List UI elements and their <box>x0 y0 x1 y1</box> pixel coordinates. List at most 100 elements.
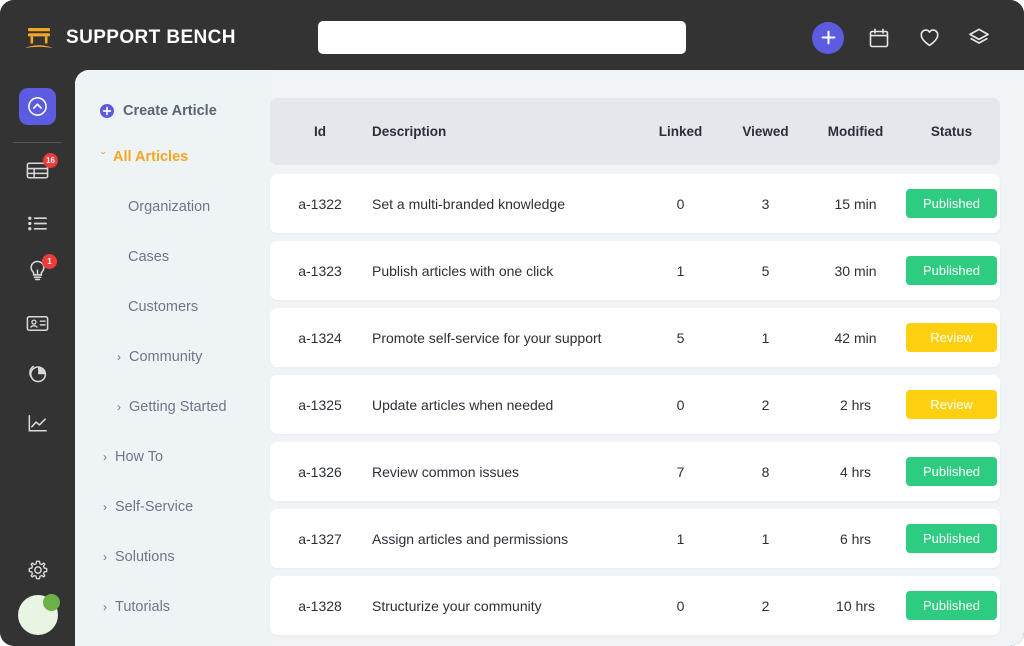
pie-chart-icon <box>29 365 47 382</box>
chevron-right-icon: › <box>103 500 107 514</box>
column-header-status: Status <box>930 124 973 139</box>
nav-item-label: How To <box>115 449 164 465</box>
column-header-id: Id <box>314 124 326 139</box>
cell-id: a-1326 <box>298 463 342 480</box>
cell-status: Published <box>903 457 1000 486</box>
status-badge[interactable]: Published <box>906 591 997 620</box>
cell-id: a-1327 <box>298 530 342 547</box>
rail-item-contacts[interactable] <box>0 306 75 340</box>
cell-description: Review common issues <box>372 463 520 480</box>
cell-viewed: 2 <box>761 396 770 413</box>
articles-table: Id Description Linked Viewed Modified St… <box>270 70 1024 646</box>
nav-item-all-articles[interactable]: ˇ All Articles <box>101 149 296 165</box>
chevron-down-icon: ˇ <box>101 150 105 164</box>
cell-status: Review <box>903 390 1000 419</box>
table-row[interactable]: a-1328 Structurize your community 0 2 10 hrs… <box>270 576 1000 635</box>
heart-icon[interactable] <box>914 23 944 53</box>
table-row[interactable]: a-1327 Assign articles and permissions 1 1 6… <box>270 509 1000 568</box>
chevron-right-icon: › <box>117 350 121 364</box>
nav-item-tutorials[interactable]: › Tutorials <box>103 599 298 615</box>
table-row[interactable]: a-1322 Set a multi-branded knowledge 0 3 15 … <box>270 174 1000 233</box>
status-badge[interactable]: Review <box>906 323 997 352</box>
column-header-modified: Modified <box>827 124 884 139</box>
cell-description: Set a multi-branded knowledge <box>372 195 566 212</box>
status-badge[interactable]: Published <box>906 524 997 553</box>
nav-item-solutions[interactable]: › Solutions <box>103 549 298 565</box>
search-box[interactable] <box>318 21 686 54</box>
cell-status: Review <box>903 323 1000 352</box>
cell-modified: 6 hrs <box>839 530 872 547</box>
cell-viewed: 1 <box>761 530 770 547</box>
status-badge[interactable]: Published <box>906 256 997 285</box>
chevron-right-icon: › <box>103 600 107 614</box>
table-row[interactable]: a-1326 Review common issues 7 8 4 hrs Publish… <box>270 442 1000 501</box>
cell-viewed: 1 <box>761 329 770 346</box>
search-input[interactable] <box>318 21 686 54</box>
nav-item-label: Getting Started <box>129 399 227 415</box>
calendar-icon[interactable] <box>864 23 894 53</box>
chevron-right-icon: › <box>117 400 121 414</box>
rail-badge-ideas: 1 <box>42 254 57 269</box>
cell-linked: 1 <box>676 530 685 547</box>
create-article-label: Create Article <box>123 103 217 119</box>
list-icon <box>28 216 47 230</box>
rail-item-analytics[interactable] <box>0 406 75 440</box>
cell-linked: 0 <box>676 597 685 614</box>
cell-modified: 10 hrs <box>836 597 875 614</box>
nav-item-label: Tutorials <box>115 599 171 615</box>
avatar-status-dot <box>43 594 60 611</box>
status-badge[interactable]: Published <box>906 189 997 218</box>
top-bar: SUPPORT BENCH <box>0 0 1024 75</box>
nav-item-label: Community <box>129 349 203 365</box>
rail-divider <box>13 142 62 143</box>
table-row[interactable]: a-1323 Publish articles with one click 1 5 3… <box>270 241 1000 300</box>
cell-description: Promote self-service for your support <box>372 329 602 346</box>
gear-icon <box>28 560 47 580</box>
cell-modified: 2 hrs <box>839 396 872 413</box>
cell-id: a-1328 <box>298 597 342 614</box>
chevron-right-icon: › <box>103 550 107 564</box>
cell-id: a-1323 <box>298 262 342 279</box>
column-header-linked: Linked <box>658 124 703 139</box>
column-header-viewed: Viewed <box>742 124 789 139</box>
brand[interactable]: SUPPORT BENCH <box>24 25 236 51</box>
cell-modified: 30 min <box>834 262 877 279</box>
status-badge[interactable]: Published <box>906 457 997 486</box>
cell-status: Published <box>903 591 1000 620</box>
rail-item-ideas[interactable]: 1 <box>0 254 75 290</box>
rail-item-dashboard[interactable] <box>19 88 56 125</box>
bench-logo-icon <box>24 25 54 51</box>
table-row[interactable]: a-1325 Update articles when needed 0 2 2 hrs… <box>270 375 1000 434</box>
brand-name: SUPPORT BENCH <box>66 26 236 48</box>
cell-status: Published <box>903 524 1000 553</box>
nav-item-label: Customers <box>128 299 199 315</box>
nav-item-self-service[interactable]: › Self-Service <box>103 499 298 515</box>
cell-linked: 1 <box>676 262 685 279</box>
top-bar-actions <box>812 0 994 75</box>
app-window: SUPPORT BENCH 16 1 Create Article ˇ All … <box>0 0 1024 646</box>
plus-circle-icon <box>100 104 114 118</box>
icon-rail: 16 1 <box>0 75 75 646</box>
table-row[interactable]: a-1324 Promote self-service for your supp… <box>270 308 1000 367</box>
layers-icon[interactable] <box>964 23 994 53</box>
column-header-description: Description <box>372 124 447 139</box>
cell-viewed: 2 <box>761 597 770 614</box>
status-badge[interactable]: Review <box>906 390 997 419</box>
nav-item-how-to[interactable]: › How To <box>103 449 298 465</box>
id-card-icon <box>26 315 49 331</box>
create-article-button[interactable]: Create Article <box>100 103 217 119</box>
cell-viewed: 5 <box>761 262 770 279</box>
rail-item-list[interactable] <box>0 206 75 240</box>
chevron-up-circle-icon <box>28 97 47 116</box>
avatar[interactable] <box>18 594 60 635</box>
settings-button[interactable] <box>0 553 75 587</box>
cell-viewed: 3 <box>761 195 770 212</box>
add-button[interactable] <box>812 21 844 54</box>
rail-item-table[interactable]: 16 <box>0 153 75 190</box>
cell-description: Update articles when needed <box>372 396 554 413</box>
cell-status: Published <box>903 189 1000 218</box>
rail-item-reports[interactable] <box>0 356 75 390</box>
nav-item-label: Cases <box>128 249 170 265</box>
nav-item-label: Solutions <box>115 549 175 565</box>
cell-linked: 0 <box>676 195 685 212</box>
